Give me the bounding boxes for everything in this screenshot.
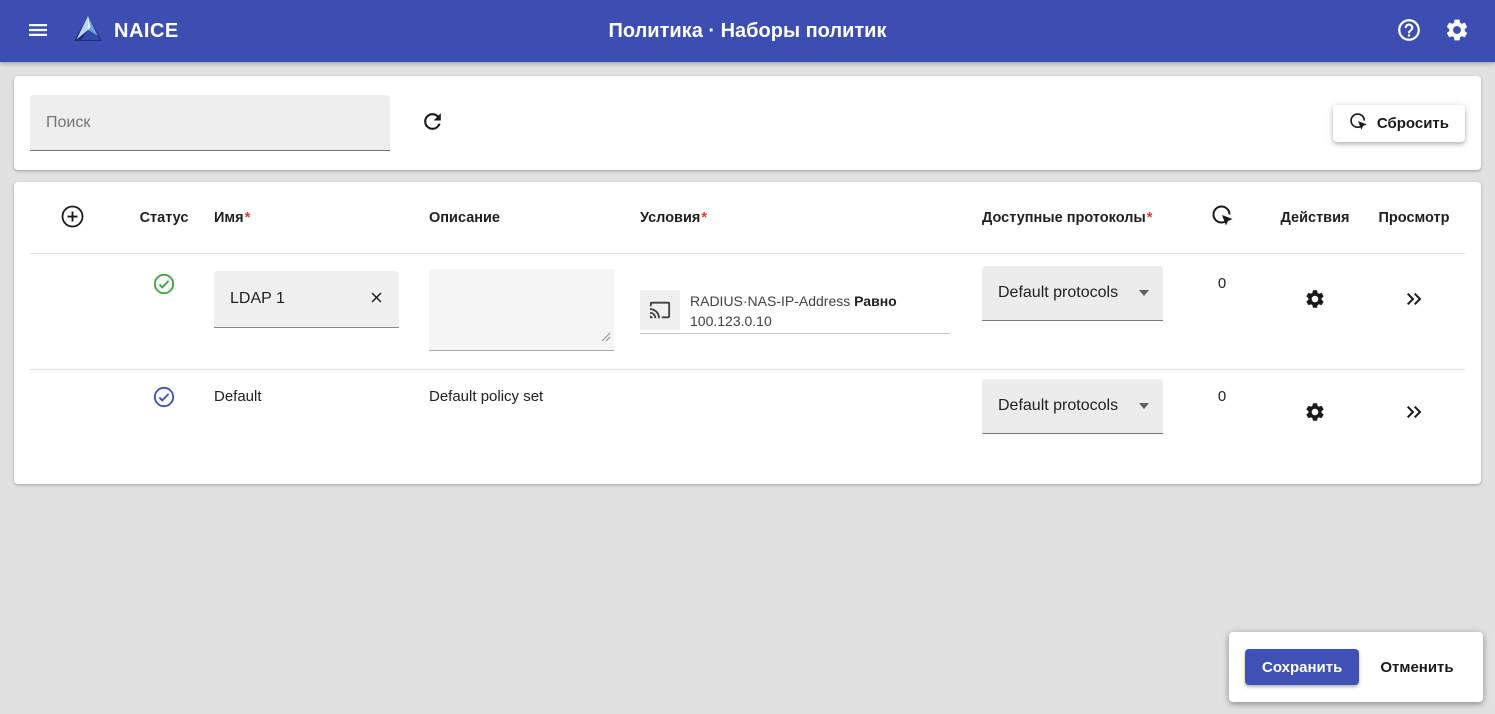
cast-icon — [640, 290, 680, 330]
brand: NAICE — [72, 14, 179, 49]
gear-icon — [1304, 288, 1326, 313]
refresh-icon — [420, 109, 445, 137]
policy-set-table: Статус Имя* Описание Условия* Доступные … — [14, 182, 1481, 484]
condition-text: RADIUS·NAS-IP-Address Равно 100.123.0.10 — [690, 290, 897, 331]
description-text: Default policy set — [429, 388, 543, 405]
help-icon — [1396, 17, 1422, 46]
condition-value: 100.123.0.10 — [690, 313, 772, 329]
row-settings-button[interactable] — [1300, 284, 1330, 317]
save-cancel-panel: Сохранить Отменить — [1229, 632, 1483, 702]
double-chevron-right-icon — [1402, 400, 1426, 427]
page-title: Политика · Наборы политик — [0, 20, 1495, 43]
column-header-actions: Действия — [1281, 210, 1349, 226]
condition-chip[interactable]: RADIUS·NAS-IP-Address Равно 100.123.0.10 — [640, 290, 950, 334]
clear-name-button[interactable] — [364, 289, 399, 309]
status-check-icon — [153, 273, 175, 298]
save-button[interactable]: Сохранить — [1245, 649, 1359, 685]
condition-attribute: RADIUS·NAS-IP-Address — [690, 293, 850, 309]
chevron-down-icon — [1139, 403, 1149, 409]
double-chevron-right-icon — [1402, 287, 1426, 314]
refresh-button[interactable] — [412, 103, 452, 143]
search-panel: Сбросить — [14, 76, 1481, 170]
search-input[interactable] — [30, 95, 390, 150]
hits-count: 0 — [1218, 275, 1226, 292]
close-icon — [368, 289, 385, 309]
condition-operator: Равно — [854, 293, 897, 309]
column-header-view: Просмотр — [1349, 210, 1479, 226]
status-toggle[interactable] — [153, 386, 175, 411]
description-field — [429, 269, 614, 351]
protocols-select[interactable]: Default protocols — [982, 379, 1163, 434]
column-header-conditions: Условия* — [614, 210, 968, 226]
add-circle-icon — [60, 204, 85, 232]
search-field — [30, 95, 390, 151]
open-policy-set-button[interactable] — [1398, 283, 1430, 318]
naice-logo-icon — [72, 14, 104, 49]
table-row: RADIUS·NAS-IP-Address Равно 100.123.0.10… — [14, 254, 1481, 369]
chevron-down-icon — [1139, 290, 1149, 296]
table-row: Default Default policy set Default proto… — [14, 370, 1481, 484]
column-header-hits — [1163, 204, 1281, 232]
protocols-selected-value: Default protocols — [998, 284, 1118, 302]
status-check-icon — [153, 386, 175, 411]
open-policy-set-button[interactable] — [1398, 396, 1430, 431]
hits-count: 0 — [1218, 388, 1226, 405]
description-input[interactable] — [429, 269, 614, 350]
reset-hits-button[interactable]: Сбросить — [1333, 105, 1465, 142]
status-toggle[interactable] — [153, 273, 175, 298]
column-header-description: Описание — [399, 210, 614, 226]
name-text: Default — [214, 388, 262, 405]
name-input[interactable] — [214, 290, 364, 308]
table-header-row: Статус Имя* Описание Условия* Доступные … — [14, 182, 1481, 253]
add-policy-set-button[interactable] — [56, 200, 89, 236]
gear-icon — [1304, 401, 1326, 426]
hits-icon — [1211, 204, 1234, 232]
hamburger-icon — [26, 18, 50, 45]
cancel-button[interactable]: Отменить — [1380, 659, 1453, 676]
protocols-select[interactable]: Default protocols — [982, 266, 1163, 321]
reset-hits-label: Сбросить — [1377, 115, 1449, 132]
reset-hits-icon — [1349, 112, 1368, 135]
settings-button[interactable] — [1437, 11, 1477, 51]
name-field — [214, 271, 399, 328]
menu-button[interactable] — [18, 11, 58, 51]
row-settings-button[interactable] — [1300, 397, 1330, 430]
help-button[interactable] — [1389, 11, 1429, 51]
topbar: NAICE Политика · Наборы политик — [0, 0, 1495, 62]
column-header-name: Имя* — [214, 210, 399, 226]
gear-icon — [1444, 17, 1470, 46]
brand-name: NAICE — [114, 20, 179, 43]
column-header-protocols: Доступные протоколы* — [968, 210, 1163, 226]
column-header-status: Статус — [114, 210, 214, 226]
protocols-selected-value: Default protocols — [998, 397, 1118, 415]
